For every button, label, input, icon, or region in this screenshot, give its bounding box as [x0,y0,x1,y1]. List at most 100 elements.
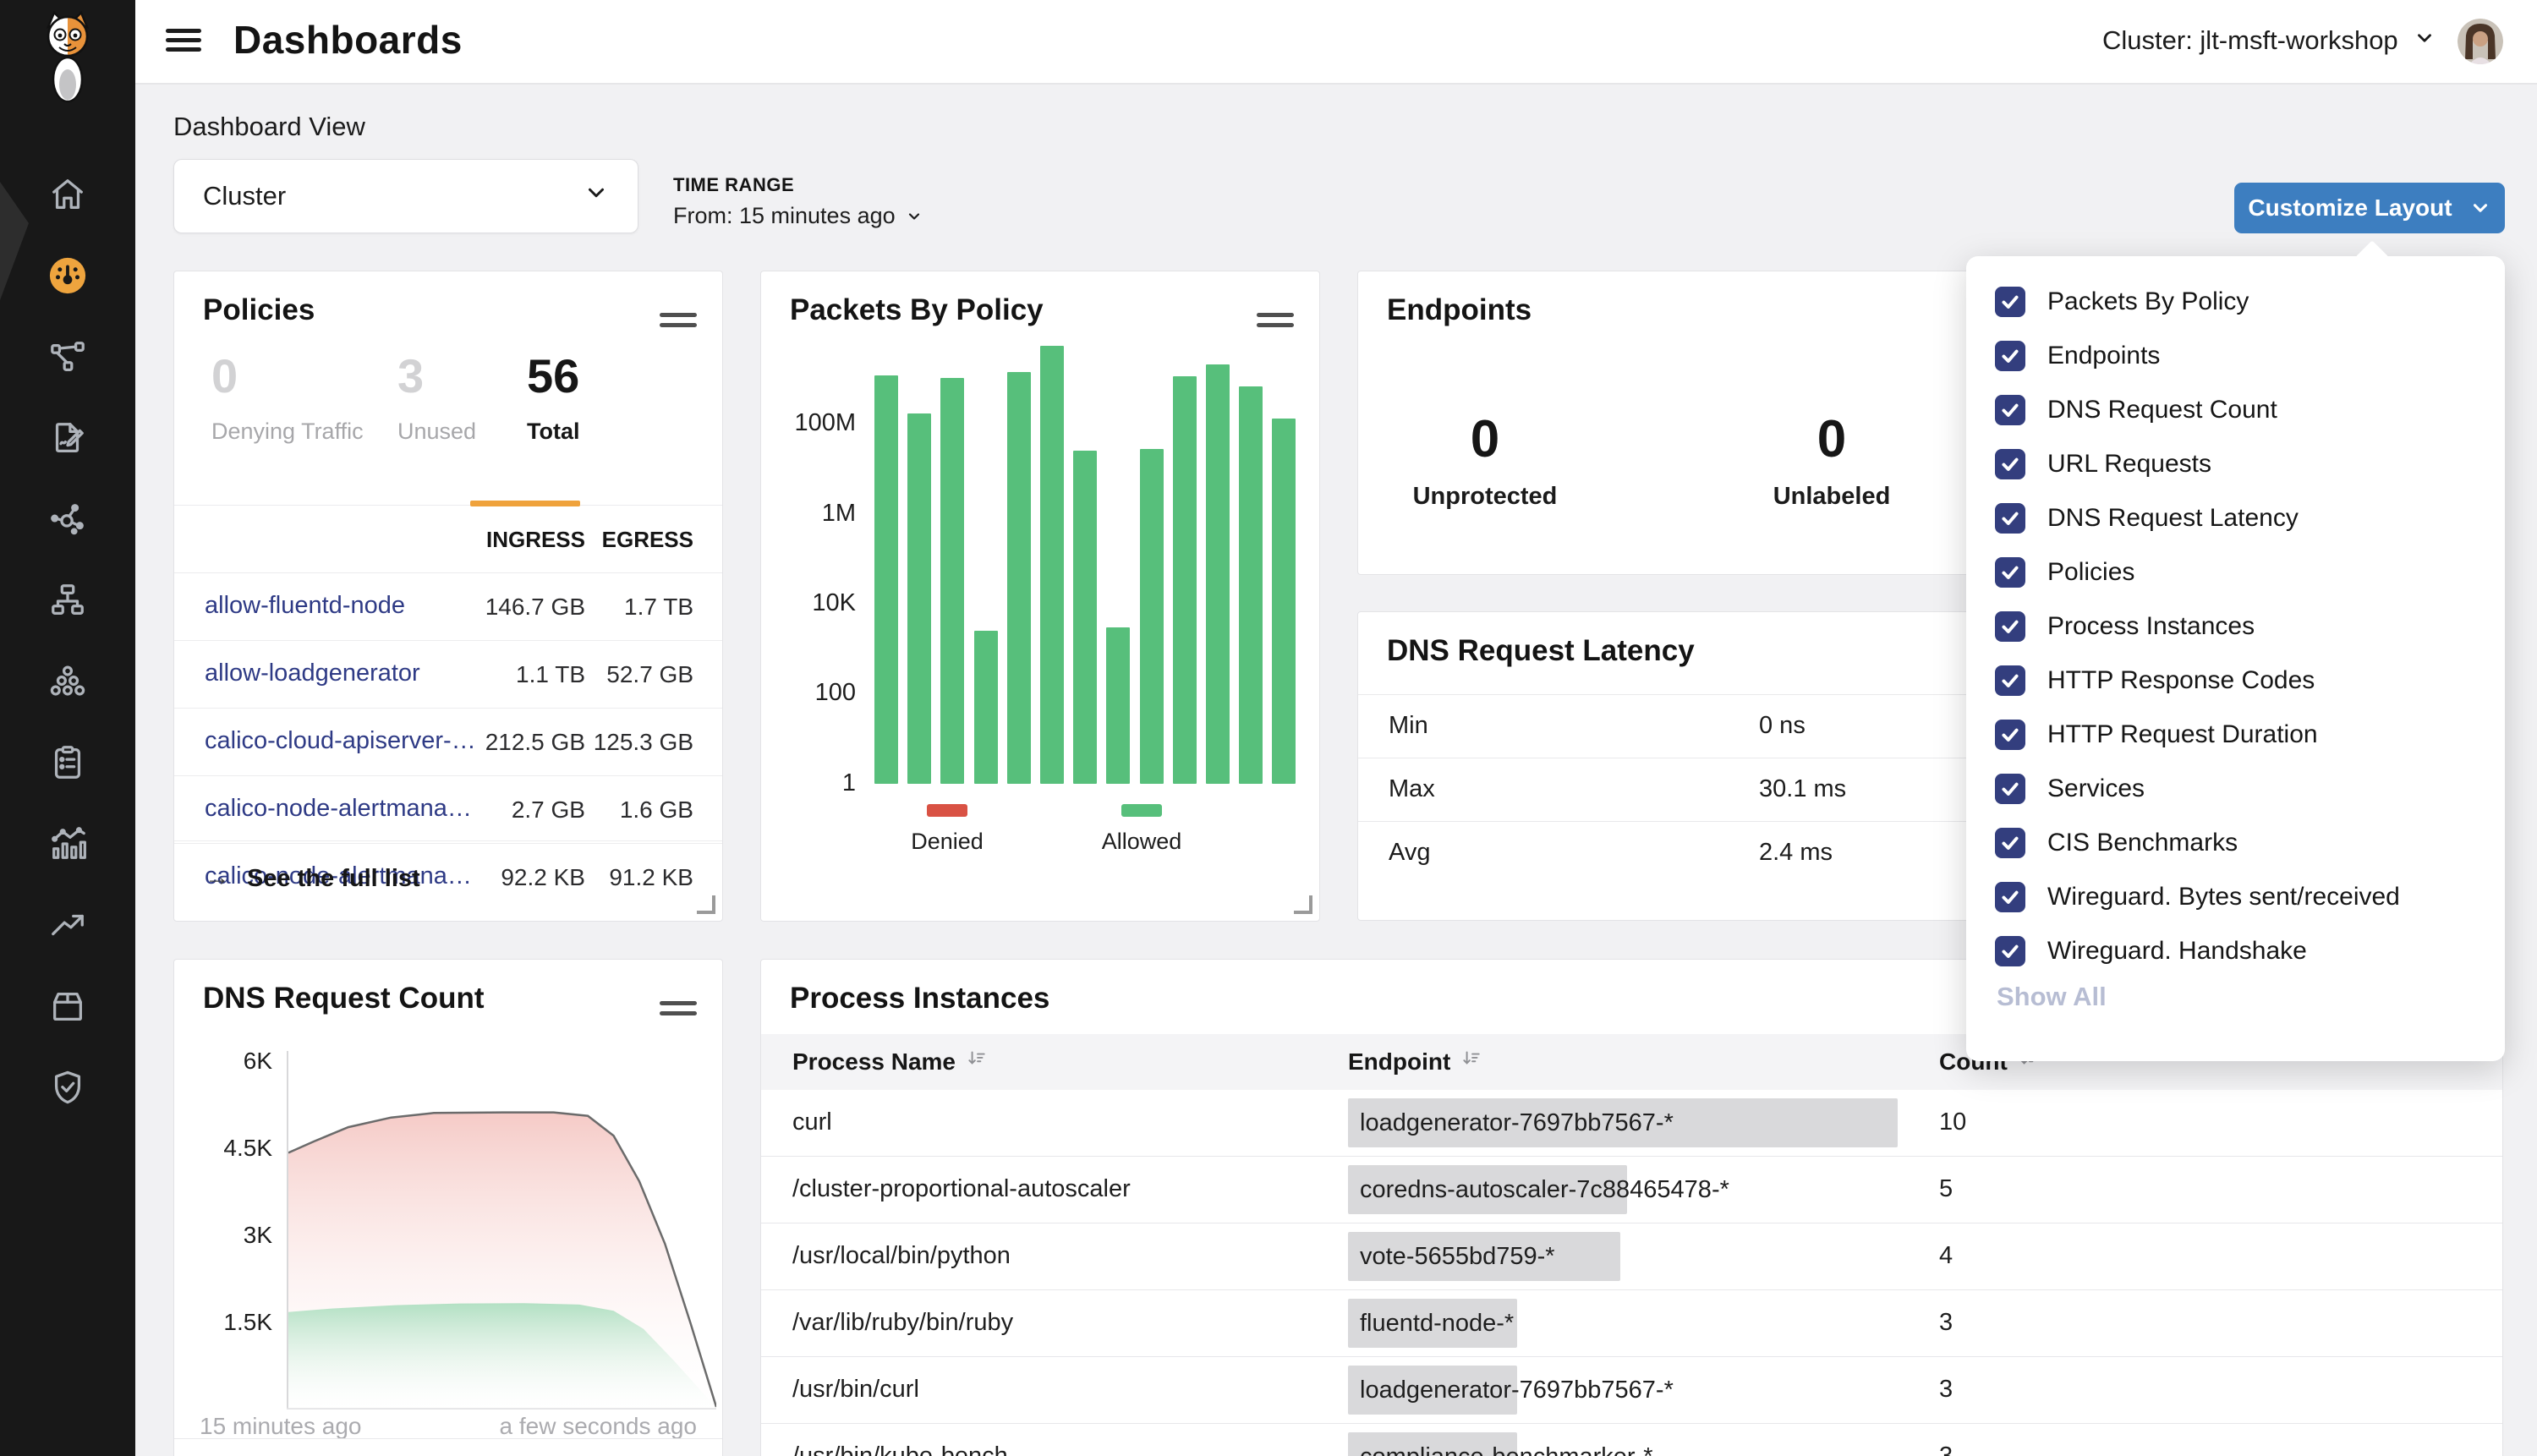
time-range-control[interactable]: TIME RANGE From: 15 minutes ago [673,174,923,229]
checkbox-checked[interactable] [1995,882,2025,912]
show-all-link[interactable]: Show All [1997,982,2107,1012]
policies-tab-total[interactable]: 56 Total [527,353,580,445]
sidebar-item-metrics[interactable] [0,803,135,884]
policy-row[interactable]: allow-loadgenerator 1.1 TB 52.7 GB [174,640,722,708]
menu-item-endpoints[interactable]: Endpoints [1995,329,2505,383]
cluster-selector[interactable]: Cluster: jlt-msft-workshop [2102,25,2436,56]
avg-label: Avg [1389,839,1430,867]
sidebar-item-dashboards-active[interactable] [0,235,135,316]
sidebar-item-clusters[interactable] [0,641,135,722]
chevron-down-icon [2414,25,2436,56]
sidebar-item-trends[interactable] [0,884,135,966]
denied-label: Denied [888,829,1006,855]
checkbox-checked[interactable] [1995,665,2025,696]
checkbox-checked[interactable] [1995,828,2025,858]
page-title: Dashboards [233,17,463,63]
dns-request-count-card: DNS Request Count 6K 4.5K 3K 1.5K 15 min [173,959,723,1456]
calico-cat-logo[interactable] [41,10,95,107]
ingress-value: 146.7 GB [485,594,585,621]
checkbox-checked[interactable] [1995,503,2025,534]
y-tick: 3K [188,1222,272,1249]
menu-item-services[interactable]: Services [1995,762,2505,816]
sidebar-item-policy-recommendations[interactable] [0,397,135,479]
x-label-right: a few seconds ago [500,1413,698,1440]
allowed-bar [1239,386,1263,784]
egress-value: 1.6 GB [620,796,693,824]
sort-icon [1460,1048,1482,1076]
drag-handle-icon[interactable] [660,995,697,1021]
menu-item-http-request-duration[interactable]: HTTP Request Duration [1995,708,2505,762]
process-name: curl [792,1108,832,1136]
count-value: 3 [1939,1309,1953,1337]
sidebar-item-image-assurance[interactable] [0,966,135,1047]
customize-layout-label: Customize Layout [2248,194,2452,222]
unused-count: 3 [397,353,476,400]
process-card-title: Process Instances [790,982,1049,1015]
egress-value: 52.7 GB [606,661,693,688]
resize-handle[interactable] [697,895,715,914]
checkbox-checked[interactable] [1995,936,2025,966]
menu-item-policies[interactable]: Policies [1995,545,2505,599]
checkbox-checked[interactable] [1995,557,2025,588]
menu-item-wireguard-bytes[interactable]: Wireguard. Bytes sent/received [1995,870,2505,924]
menu-item-url-requests[interactable]: URL Requests [1995,437,2505,491]
unlabeled-stat: 0 Unlabeled [1773,413,1891,511]
checkbox-checked[interactable] [1995,449,2025,479]
menu-item-dns-request-count[interactable]: DNS Request Count [1995,383,2505,437]
checkbox-checked[interactable] [1995,395,2025,425]
drag-handle-icon[interactable] [1257,307,1294,333]
drag-handle-icon[interactable] [660,307,697,333]
dashboard-gauge-icon [48,256,87,295]
process-row: /usr/bin/curl loadgenerator-7697bb7567-*… [761,1357,2502,1424]
allowed-bar [1040,346,1064,784]
policy-row[interactable]: allow-fluentd-node 146.7 GB 1.7 TB [174,572,722,640]
menu-item-cis-benchmarks[interactable]: CIS Benchmarks [1995,816,2505,870]
menu-item-wireguard-handshake[interactable]: Wireguard. Handshake [1995,924,2505,978]
policy-link[interactable]: calico-cloud-apiserver-… [205,727,476,755]
flow-nodes-icon [48,337,87,376]
process-name-sort-header[interactable]: Process Name [792,1048,988,1076]
avg-value: 2.4 ms [1759,839,1833,867]
policy-link[interactable]: allow-fluentd-node [205,592,405,620]
area-chart [288,1053,716,1409]
resize-handle[interactable] [1294,895,1312,914]
policy-row[interactable]: calico-node-alertmana… 2.7 GB 1.6 GB [174,775,722,843]
section-title: Dashboard View [173,112,365,142]
count-value: 3 [1939,1376,1953,1404]
policy-link[interactable]: allow-loadgenerator [205,660,420,687]
hamburger-menu-icon[interactable] [166,24,201,57]
time-range-value: From: 15 minutes ago [673,203,896,229]
menu-item-process-instances[interactable]: Process Instances [1995,599,2505,654]
y-tick: 10K [771,589,856,617]
count-value: 4 [1939,1242,1953,1270]
package-box-icon [48,987,87,1026]
ingress-value: 1.1 TB [516,661,585,688]
endpoint-sort-header[interactable]: Endpoint [1348,1048,1482,1076]
process-row: /var/lib/ruby/bin/ruby fluentd-node-* 3 [761,1290,2502,1357]
policy-link[interactable]: calico-node-alertmana… [205,795,472,823]
sidebar-item-service-graph[interactable] [0,479,135,560]
view-select-value: Cluster [203,181,584,211]
checkbox-checked[interactable] [1995,287,2025,317]
sidebar-item-network-topology[interactable] [0,560,135,641]
policy-row[interactable]: calico-cloud-apiserver-… 212.5 GB 125.3 … [174,708,722,775]
checkbox-checked[interactable] [1995,774,2025,804]
menu-item-packets-by-policy[interactable]: Packets By Policy [1995,275,2505,329]
checkbox-checked[interactable] [1995,720,2025,750]
policies-tab-denying[interactable]: 0 Denying Traffic [211,353,364,445]
checkbox-checked[interactable] [1995,341,2025,371]
checkbox-checked[interactable] [1995,611,2025,642]
avatar[interactable] [2458,19,2503,64]
see-full-list-link[interactable]: → See the full list [174,840,722,923]
sidebar-item-network-flows[interactable] [0,316,135,397]
packets-by-policy-card: Packets By Policy 100M 1M 10K 100 1 Deni… [760,271,1320,922]
dashboard-view-select[interactable]: Cluster [173,159,638,233]
customize-layout-button[interactable]: Customize Layout [2234,183,2505,233]
menu-item-dns-request-latency[interactable]: DNS Request Latency [1995,491,2505,545]
allowed-bar [1106,627,1130,784]
policies-tab-unused[interactable]: 3 Unused [397,353,476,445]
sidebar-item-home[interactable] [0,154,135,235]
sidebar-item-threat-defense[interactable] [0,1047,135,1128]
menu-item-http-response-codes[interactable]: HTTP Response Codes [1995,654,2505,708]
sidebar-item-compliance-reports[interactable] [0,722,135,803]
